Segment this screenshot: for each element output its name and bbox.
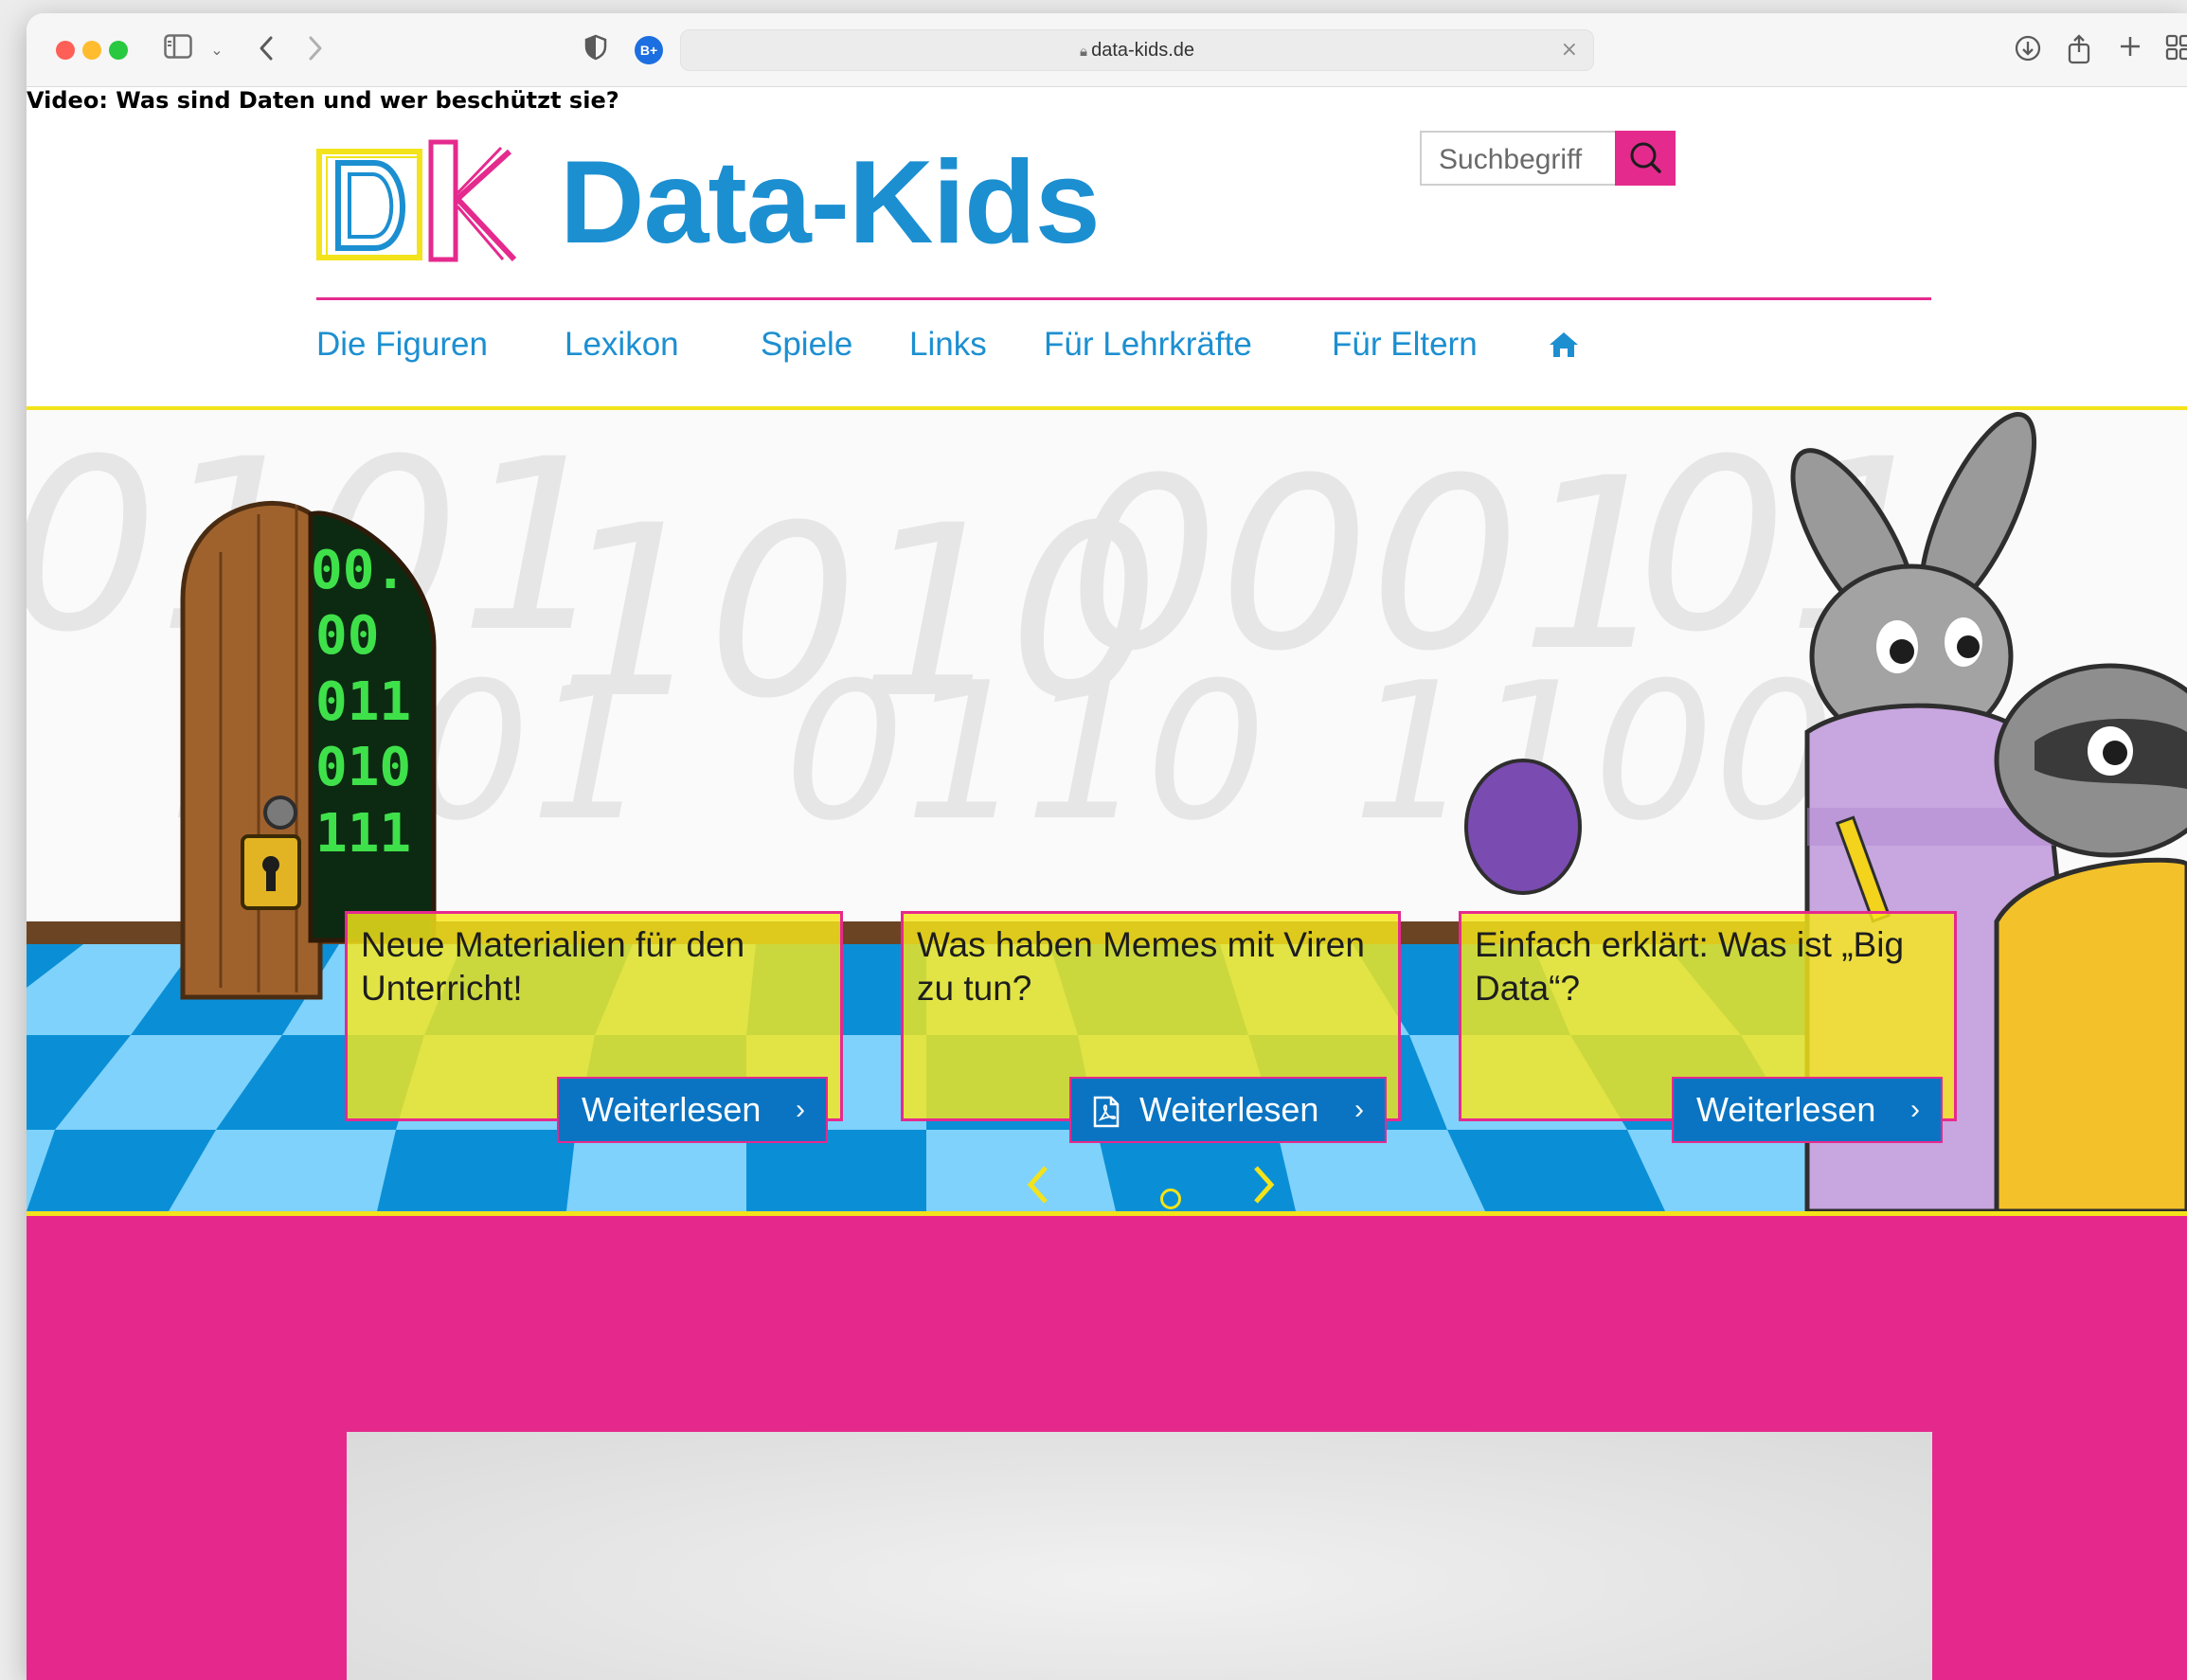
teaser-card-title: Neue Materialien für den Unterricht! — [361, 925, 745, 1008]
door-digits-1: 00 — [315, 605, 379, 667]
sidebar-toggle-icon[interactable] — [163, 34, 193, 66]
close-window-button[interactable] — [56, 41, 75, 60]
browser-toolbar: ⌄ B+ 🔒︎ data-kids.de × — [27, 13, 2187, 87]
chevron-right-icon — [1254, 1166, 1275, 1204]
url-label: data-kids.de — [1091, 40, 1195, 61]
door-digits-3: 010 — [315, 737, 411, 798]
door-digits-4: 111 — [315, 803, 411, 865]
nav-item-links[interactable]: Links — [909, 326, 987, 364]
new-tab-plus-icon[interactable] — [2114, 34, 2146, 66]
video-section-title: Video: Was sind Daten und wer beschützt … — [27, 87, 619, 114]
address-bar[interactable]: 🔒︎ data-kids.de × — [680, 29, 1594, 71]
read-more-button[interactable]: Weiterlesen › — [1672, 1077, 1943, 1143]
nav-item-eltern[interactable]: Für Eltern — [1332, 326, 1478, 364]
nav-item-home[interactable] — [1548, 330, 1580, 367]
privacy-shield-icon[interactable] — [582, 34, 610, 66]
home-icon — [1550, 332, 1578, 357]
web-page: Data-Kids Suchbegriff Die Figuren Lexiko… — [27, 87, 2187, 1680]
slider-prev-button[interactable] — [1023, 1164, 1051, 1216]
zoom-window-button[interactable] — [109, 41, 128, 60]
svg-text:1100: 1100 — [1353, 642, 1835, 863]
search-icon — [1630, 142, 1661, 173]
door-digits-2: 011 — [315, 671, 411, 733]
slider-indicator-dot[interactable] — [1160, 1189, 1181, 1209]
read-more-label: Weiterlesen — [1696, 1090, 1876, 1129]
browser-window: ⌄ B+ 🔒︎ data-kids.de × Data-Kids Suchbeg… — [27, 13, 2187, 1680]
download-icon[interactable] — [2012, 34, 2044, 66]
extension-badge-icon[interactable]: B+ — [635, 36, 663, 64]
read-more-button[interactable]: Weiterlesen › — [557, 1077, 828, 1143]
svg-text:0110: 0110 — [784, 642, 1266, 863]
video-player[interactable] — [347, 1432, 1932, 1680]
teaser-card-title: Was haben Memes mit Viren zu tun? — [917, 925, 1365, 1008]
share-icon[interactable] — [2063, 34, 2095, 66]
sidebar-dropdown-chevron-icon[interactable]: ⌄ — [207, 34, 226, 66]
nav-item-figuren[interactable]: Die Figuren — [316, 326, 488, 364]
nav-item-spiele[interactable]: Spiele — [761, 326, 852, 364]
search-placeholder: Suchbegriff — [1439, 144, 1583, 175]
chevron-right-icon: › — [1910, 1094, 1920, 1125]
back-arrow-icon[interactable] — [252, 34, 280, 66]
site-logo[interactable]: Data-Kids — [315, 136, 1220, 269]
search-button[interactable] — [1615, 131, 1676, 186]
forward-arrow-icon[interactable] — [301, 34, 330, 66]
nav-item-lexikon[interactable]: Lexikon — [565, 326, 679, 364]
teaser-card-title: Einfach erklärt: Was ist „Big Data“? — [1475, 925, 1905, 1008]
read-more-button[interactable]: Weiterlesen › — [1069, 1077, 1387, 1143]
read-more-label: Weiterlesen — [1139, 1090, 1319, 1129]
logo-wordmark: Data-Kids — [560, 137, 1101, 268]
chevron-right-icon: › — [1354, 1094, 1364, 1125]
lock-icon: 🔒︎ — [1079, 44, 1092, 60]
pdf-icon — [1093, 1096, 1120, 1128]
chevron-left-icon — [1027, 1166, 1048, 1204]
clear-url-icon[interactable]: × — [1561, 38, 1578, 62]
minimize-window-button[interactable] — [82, 41, 101, 60]
chevron-right-icon: › — [796, 1094, 805, 1125]
header-divider — [316, 297, 1931, 300]
door-digits-0: 00. — [311, 540, 406, 601]
slider-next-button[interactable] — [1250, 1164, 1279, 1216]
url-text: 🔒︎ data-kids.de — [681, 40, 1593, 62]
read-more-label: Weiterlesen — [582, 1090, 762, 1129]
tab-overview-icon[interactable] — [2165, 34, 2187, 66]
nav-item-lehrkraefte[interactable]: Für Lehrkräfte — [1044, 326, 1252, 364]
